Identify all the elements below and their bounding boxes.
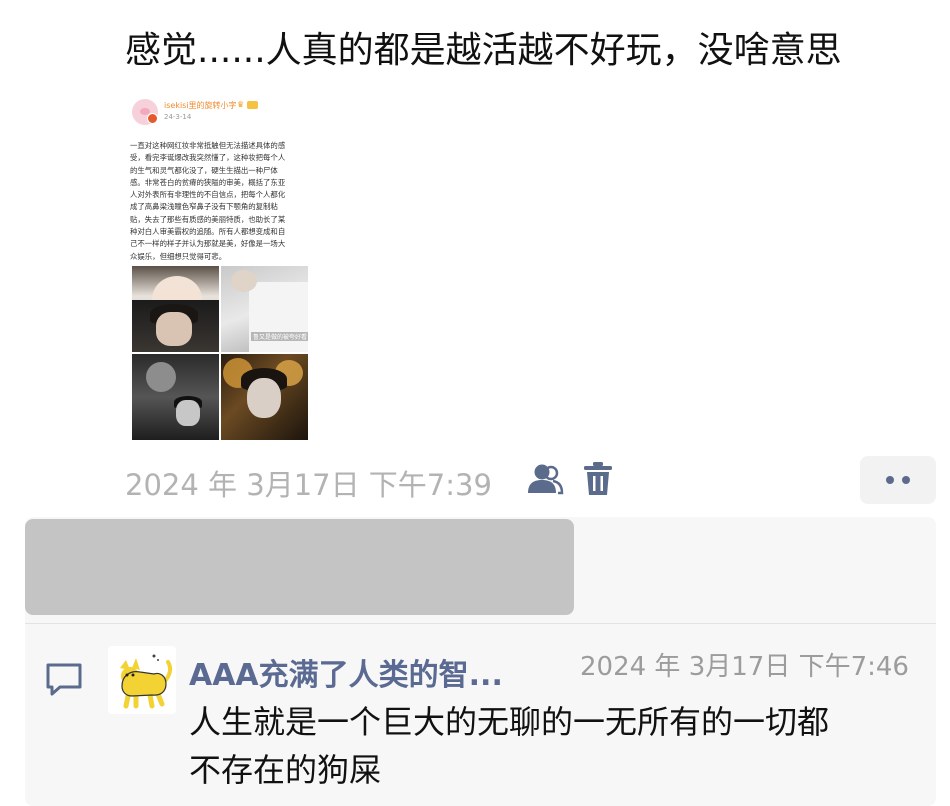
comment-time: 2024 年 3月17日 下午7:46 (580, 652, 909, 682)
embedded-screenshot[interactable]: isekisi里的旋转小字 ♛ 24-3-14 一直对这种网红妆非常抵触但无法描… (125, 92, 315, 448)
people-icon[interactable] (526, 462, 564, 496)
post-text: 感觉......人真的都是越活越不好玩，没啥意思 (125, 30, 842, 71)
embedded-body-line: 种对白人审美霸权的追随。所有人都想变成和自 (130, 227, 286, 237)
verified-badge-icon (147, 113, 158, 124)
more-icon (886, 476, 894, 484)
photo-1[interactable] (132, 266, 219, 352)
embedded-body-line: 贴，失去了那些有质感的美丽特质，也助长了某 (130, 214, 286, 224)
trash-icon[interactable] (582, 461, 614, 497)
divider (25, 623, 936, 624)
comment-author[interactable]: AAA充满了人类的智... (189, 650, 503, 694)
embedded-body-line: 人对外表所有非理性的不自信点，把每个人都化 (130, 190, 286, 200)
comment-avatar[interactable] (108, 646, 176, 714)
vip-badge-icon (247, 101, 258, 109)
comment-text: 人生就是一个巨大的无聊的一无所有的一切都 不存在的狗屎 (189, 698, 909, 794)
comment-text-line: 人生就是一个巨大的无聊的一无所有的一切都 (189, 703, 830, 741)
embedded-date: 24-3-14 (164, 113, 192, 121)
more-button[interactable] (860, 456, 936, 504)
post-timestamp: 2024 年 3月17日 下午7:39 (125, 468, 492, 502)
embedded-body-line: 感。非常苍白的贫瘠的狭隘的审美，概括了东亚 (130, 177, 286, 187)
photo-4[interactable] (221, 354, 308, 440)
comment-icon (44, 661, 84, 697)
crown-icon: ♛ (237, 100, 245, 109)
embedded-body: 一直对这种网红妆非常抵触但无法描述具体的感 受，看完李诞爆改我突然懂了，这种妆把… (130, 140, 310, 263)
embedded-body-line: 的生气和灵气都化没了，硬生生描出一种尸体 (130, 165, 278, 175)
embedded-body-line: 己不一样的样子并认为那就是美，好像是一场大 (130, 239, 286, 249)
photo-caption: 鲁又是做的被夸好看 (251, 332, 308, 341)
embedded-body-line: 成了高鼻梁浅瞳色窄鼻子没有下颚角的复制粘 (130, 202, 278, 212)
likes-bar-redacted (25, 519, 574, 615)
embedded-body-line: 受，看完李诞爆改我突然懂了，这种妆把每个人 (130, 153, 286, 163)
photo-2[interactable]: 鲁又是做的被夸好看 (221, 266, 308, 352)
embedded-body-line: 一直对这种网红妆非常抵触但无法描述具体的感 (130, 141, 286, 150)
photo-3[interactable] (132, 354, 219, 440)
embedded-username: isekisi里的旋转小字 (164, 101, 237, 110)
embedded-body-line: 众娱乐，但细想只觉得可悲。 (130, 251, 227, 261)
comment-text-line: 不存在的狗屎 (189, 751, 382, 789)
